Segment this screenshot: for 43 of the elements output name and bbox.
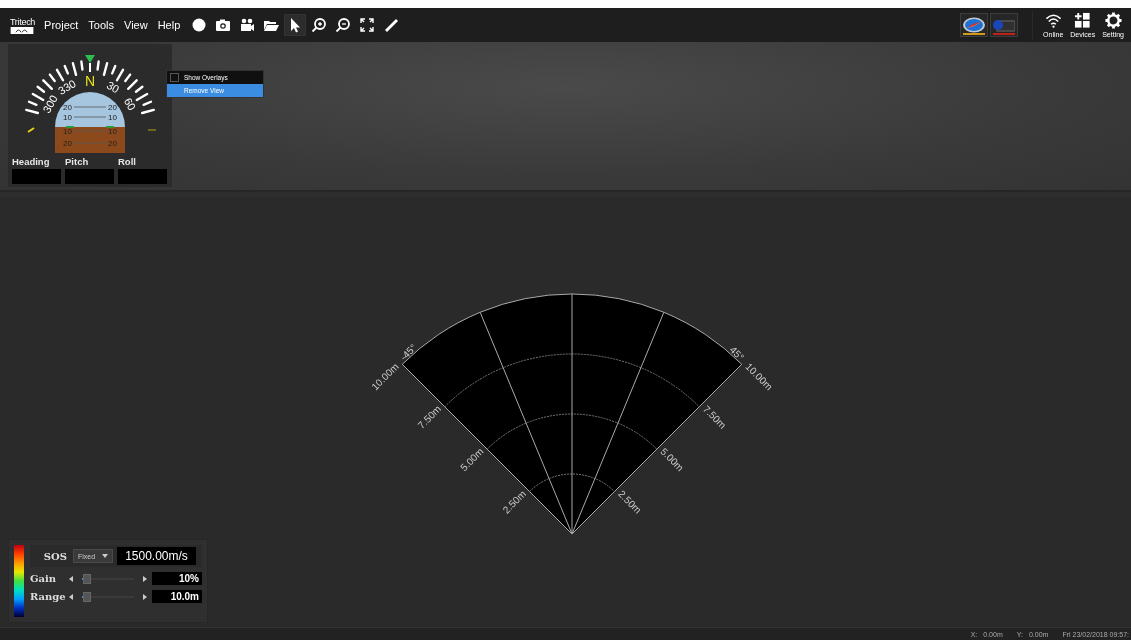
field-label: Pitch <box>65 156 90 167</box>
color-scale-bar <box>14 545 24 617</box>
slider-value-field[interactable]: 10% <box>152 572 202 585</box>
settings-icon <box>1104 12 1122 29</box>
grid-icon <box>1074 12 1092 29</box>
ruler-icon <box>383 17 400 33</box>
zoom-in-icon <box>311 17 328 33</box>
field-label: Roll <box>118 156 137 167</box>
right-arrow-icon[interactable] <box>143 593 147 600</box>
record-icon <box>191 17 208 33</box>
compass-icon <box>962 17 987 33</box>
menu-item[interactable]: Help <box>157 19 181 31</box>
sos-label: SOS <box>42 550 67 562</box>
zoom-out-icon <box>335 17 352 33</box>
slider-label: Gain <box>30 573 58 584</box>
slider-label: Range <box>30 591 64 602</box>
right-arrow-icon[interactable] <box>143 575 147 582</box>
wifi-icon <box>1044 12 1062 29</box>
compass-device-button[interactable] <box>960 13 989 37</box>
left-arrow-icon[interactable] <box>69 593 73 600</box>
menu-item[interactable]: View <box>124 19 148 31</box>
logo-mark-icon <box>10 26 34 34</box>
sonar-device-icon <box>992 17 1017 33</box>
field-label: Heading <box>12 156 51 167</box>
sos-value-field[interactable]: 1500.00m/s <box>117 547 196 565</box>
pointer-tool-button[interactable] <box>284 14 307 36</box>
menu-item[interactable]: Project <box>44 19 79 31</box>
readout-field <box>12 169 61 184</box>
left-arrow-icon[interactable] <box>69 575 73 582</box>
readout-field <box>65 169 114 184</box>
tritech-logo: Tritech <box>10 16 36 34</box>
fit-icon <box>359 17 376 33</box>
angle-label: -45° <box>397 341 419 363</box>
slider-thumb[interactable] <box>83 591 92 602</box>
caret-icon <box>102 554 109 558</box>
video-icon <box>239 17 256 33</box>
readout-field <box>118 169 167 184</box>
slider-thumb[interactable] <box>83 573 92 584</box>
slider-value-field[interactable]: 10.0m <box>152 590 202 603</box>
camera-icon <box>215 17 232 33</box>
menu-item[interactable]: Tools <box>88 19 114 31</box>
angle-label: 45° <box>727 344 747 363</box>
checkbox[interactable] <box>170 73 179 82</box>
